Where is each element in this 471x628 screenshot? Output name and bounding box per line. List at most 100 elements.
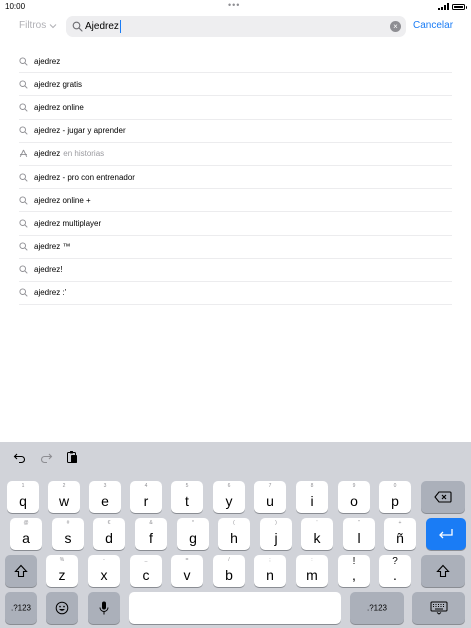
search-icon [19,242,28,251]
search-icon [19,172,28,182]
key-c[interactable]: _ c [130,555,162,587]
suggestion-text: ajedrez multiplayer [34,218,102,228]
suggestion-item[interactable]: ajedrez online [19,96,452,120]
key-x[interactable]: -x [88,555,120,587]
key-y[interactable]: 6y [213,481,245,513]
key-b[interactable]: / b [213,555,245,587]
filters-label: Filtros [19,20,47,31]
keyboard: 1q 2w 3e 4r 5t 6y 7u 8i 9o 0p @ a # s € d &… [0,442,471,628]
search-field[interactable]: Ajedrez [85,20,122,33]
status-bar: 10:00 ••• [0,0,471,14]
suggestion-text: ajedrez :' [34,288,67,298]
chevron-down-icon [49,23,57,28]
keyboard-hide-icon [430,601,447,615]
search-icon [19,196,28,205]
key-u[interactable]: 7u [254,481,286,513]
emoji-key[interactable] [46,592,78,624]
search-icon [19,57,28,66]
key-e[interactable]: 3e [89,481,121,513]
suggestion-item[interactable]: ajedrez - pro con entrenador [19,166,452,190]
suggestion-item[interactable]: ajedrez online + [19,189,452,213]
numbers-key-right[interactable]: .?123 [350,592,404,624]
key-l[interactable]: " l [343,518,375,550]
search-icon [19,265,28,274]
suggestion-item[interactable]: ajedrez [19,50,452,74]
backspace-key[interactable] [421,481,465,513]
stories-icon [19,150,28,158]
key-a[interactable]: @ a [10,518,42,550]
numbers-key-left[interactable]: .?123 [5,592,37,624]
suggestion-item[interactable]: ajedrez :' [19,282,452,306]
redo-icon[interactable] [39,450,53,464]
key-period[interactable]: ?. [379,555,411,587]
key-n[interactable]: ; n [254,555,286,587]
search-query: Ajedrez [85,21,119,32]
hide-keyboard-key[interactable] [412,592,465,624]
status-time: 10:00 [5,2,26,11]
key-k[interactable]: ' k [301,518,333,550]
cancel-button[interactable]: Cancelar [413,20,453,31]
key-t[interactable]: 5t [171,481,203,513]
search-icon [72,21,83,32]
key-n-tilde[interactable]: + ñ [384,518,416,550]
key-i[interactable]: 8i [296,481,328,513]
undo-icon[interactable] [13,450,27,464]
suggestion-text: ajedrez - jugar y aprender [34,126,126,136]
search-icon [19,288,28,298]
suggestion-text: ajedrez ™ [34,242,71,252]
filters-button[interactable]: Filtros [19,20,57,31]
key-v[interactable]: = v [171,555,203,587]
shift-key-right[interactable] [421,555,465,587]
search-icon [19,126,28,135]
key-r[interactable]: 4r [130,481,162,513]
key-p[interactable]: 0p [379,481,411,513]
paste-icon[interactable] [65,450,79,464]
suggestion-item[interactable]: ajedrez multiplayer [19,212,452,236]
battery-icon [452,3,467,10]
key-m[interactable]: :m [296,555,328,587]
shift-icon [436,564,450,578]
keyboard-toolbar [0,442,471,474]
key-g[interactable]: * g [177,518,209,550]
return-key[interactable] [426,518,466,550]
text-caret [119,20,122,33]
return-icon [439,529,453,539]
key-f[interactable]: & f [135,518,167,550]
suggestion-item[interactable]: ajedrez ™ [19,236,452,259]
key-w[interactable]: 2w [48,481,80,513]
suggestion-text: ajedrez [34,56,61,66]
space-key[interactable] [129,592,341,624]
search-bar-row: Filtros Ajedrez × Cancelar [0,14,471,40]
emoji-icon [55,601,69,615]
key-h[interactable]: (h [218,518,250,550]
key-z[interactable]: % z [46,555,78,587]
shift-key-left[interactable] [5,555,37,587]
backspace-icon [434,491,452,503]
suggestion-item[interactable]: ajedrez - jugar y aprender [19,120,452,143]
microphone-icon [99,601,109,615]
search-icon [19,103,28,112]
search-input[interactable]: Ajedrez × [66,16,406,37]
key-s[interactable]: # s [52,518,84,550]
dictation-key[interactable] [88,592,120,624]
key-d[interactable]: € d [93,518,125,550]
suggestion-item-stories[interactable]: ajedrez en historias [19,143,452,166]
suggestion-text: ajedrez gratis [34,79,83,89]
key-o[interactable]: 9o [338,481,370,513]
suggestion-text: ajedrez! [34,265,63,275]
key-j[interactable]: ) j [260,518,292,550]
signal-icon [438,3,449,10]
search-icon [19,80,28,89]
multitasking-dots[interactable]: ••• [228,0,240,10]
clear-icon[interactable]: × [390,21,401,32]
key-comma[interactable]: !, [338,555,370,587]
suggestion-text: ajedrez online [34,102,84,112]
suggestion-item[interactable]: ajedrez! [19,259,452,282]
suggestion-item[interactable]: ajedrez gratis [19,73,452,97]
suggestion-text: ajedrez online + [34,195,91,205]
suggestion-text: ajedrez [34,149,61,159]
search-icon [19,219,28,228]
suggestion-suffix: en historias [63,149,105,159]
key-q[interactable]: 1q [7,481,39,513]
shift-icon [14,564,28,578]
